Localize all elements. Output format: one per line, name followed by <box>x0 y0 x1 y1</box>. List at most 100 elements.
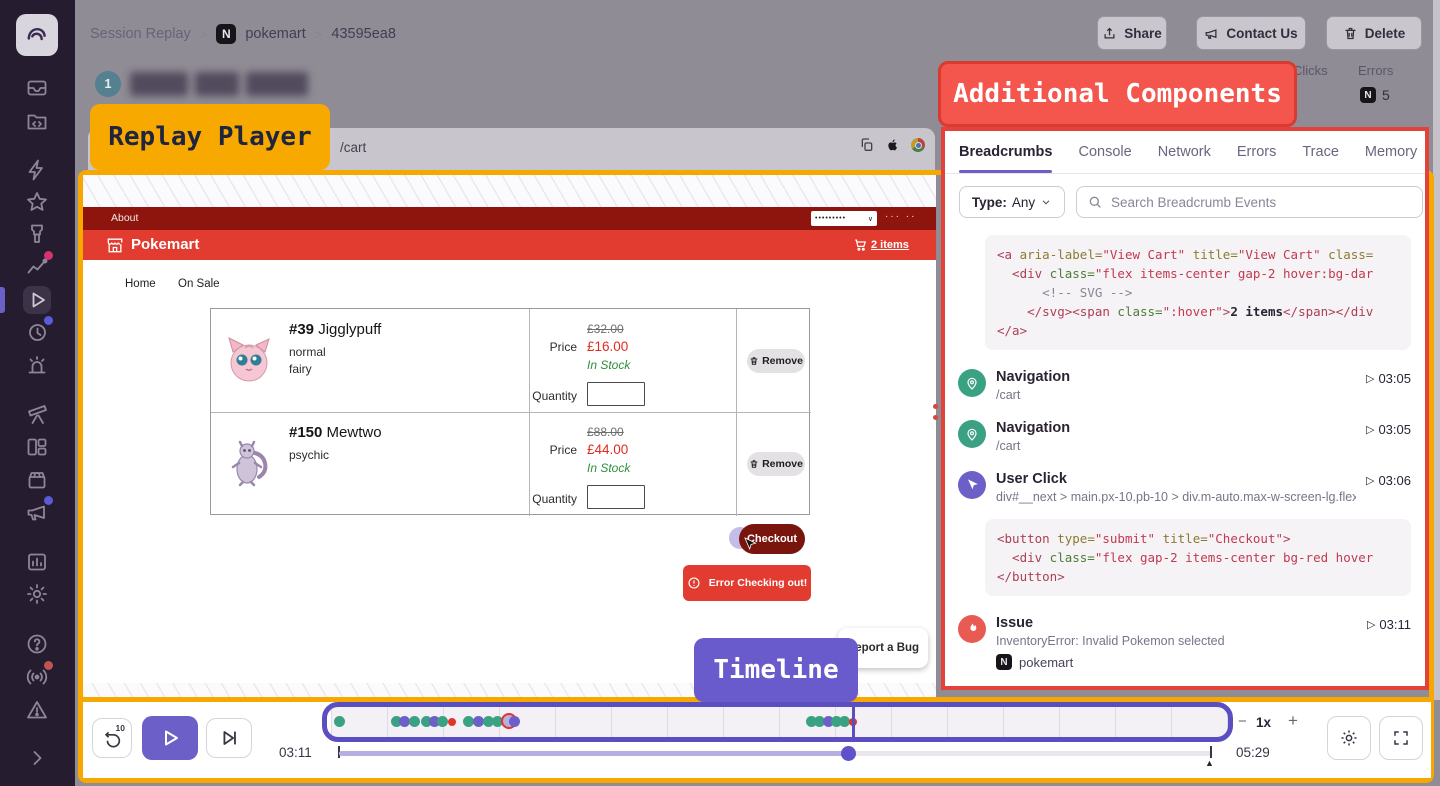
canvas-padding-hatch <box>83 175 936 207</box>
timeline-event-dot-purple[interactable] <box>509 716 520 727</box>
breadcrumb-search[interactable] <box>1076 186 1423 218</box>
breadcrumb-event-navigation[interactable]: Navigation/cart▷03:05 <box>945 411 1425 462</box>
breadcrumb-event-issue[interactable]: IssueInventoryError: Invalid Pokemon sel… <box>945 606 1425 679</box>
tab-memory[interactable]: Memory <box>1365 131 1417 173</box>
timeline-event-dot-green[interactable] <box>437 716 448 727</box>
site-nav-onsale[interactable]: On Sale <box>178 278 220 290</box>
sidebar-item-chevron-right[interactable] <box>23 744 51 772</box>
rewind-10s-button[interactable]: 10 <box>92 718 132 758</box>
errors-stat-label: Errors <box>1358 63 1393 78</box>
play-from-here-icon: ▷ <box>1367 617 1375 631</box>
quantity-label: Quantity <box>525 492 577 506</box>
sidebar-item-lightning[interactable] <box>23 156 51 184</box>
timeline-event-dot-green[interactable] <box>409 716 420 727</box>
fullscreen-icon <box>1392 729 1410 747</box>
nextjs-project-icon: N <box>1360 87 1376 103</box>
timeline-strip[interactable] <box>331 707 1228 737</box>
sidebar-item-history-clock[interactable] <box>23 318 51 346</box>
site-menu-dots: ··· ·· <box>885 211 916 222</box>
panel-resize-grip[interactable] <box>933 404 938 409</box>
skip-to-end-button[interactable] <box>206 718 252 758</box>
event-timestamp[interactable]: ▷03:06 <box>1366 471 1411 504</box>
speed-value: 1x <box>1256 715 1271 730</box>
breadcrumb-event-user-click[interactable]: User Clickdiv#__next > main.px-10.pb-10 … <box>945 462 1425 513</box>
quantity-input[interactable] <box>587 485 645 509</box>
tab-network[interactable]: Network <box>1158 131 1211 173</box>
fullscreen-button[interactable] <box>1379 716 1423 760</box>
play-from-here-icon: ▷ <box>1366 371 1374 385</box>
session-avatar: 1 <box>95 71 121 97</box>
breadcrumb-section[interactable]: Session Replay <box>90 26 191 42</box>
timeline-event-dot-green[interactable] <box>334 716 345 727</box>
sidebar-item-siren[interactable] <box>23 351 51 379</box>
checkout-error-toast: Error Checking out! <box>683 565 811 601</box>
jigglypuff-image <box>225 336 273 384</box>
sidebar-item-help-circle[interactable] <box>23 630 51 658</box>
tab-console[interactable]: Console <box>1078 131 1131 173</box>
sidebar-item-inbox[interactable] <box>23 74 51 102</box>
delete-button[interactable]: Delete <box>1326 16 1422 50</box>
sidebar-item-code-folder[interactable] <box>23 107 51 135</box>
zoom-out-button[interactable]: − <box>1238 713 1247 730</box>
sidebar-item-replay-play[interactable] <box>23 286 51 314</box>
site-menu-about[interactable]: About <box>111 212 138 224</box>
sidebar-item-star[interactable] <box>23 188 51 216</box>
share-label: Share <box>1124 26 1162 41</box>
replay-canvas: About •••••••••∨ ··· ·· Pokemart 2 items… <box>83 175 936 697</box>
site-cart-link[interactable]: 2 items <box>871 239 909 251</box>
apple-icon <box>885 137 901 153</box>
site-brand[interactable]: Pokemart <box>131 236 199 253</box>
sidebar-item-broadcast[interactable] <box>23 663 51 691</box>
type-filter-dropdown[interactable]: Type: Any <box>959 186 1065 218</box>
quantity-input[interactable] <box>587 382 645 406</box>
tab-breadcrumbs[interactable]: Breadcrumbs <box>959 131 1052 173</box>
site-top-menu: About •••••••••∨ ··· ·· <box>83 207 936 230</box>
event-timestamp[interactable]: ▷03:05 <box>1366 369 1411 402</box>
notification-dot <box>44 496 53 505</box>
timeline-cursor[interactable] <box>852 707 855 737</box>
sidebar-item-telescope[interactable] <box>23 400 51 428</box>
panel-tabs: Breadcrumbs Console Network Errors Trace Memo… <box>945 131 1425 174</box>
remove-button[interactable]: Remove <box>747 349 805 373</box>
panel-resize-grip[interactable] <box>933 415 938 420</box>
sentry-logo[interactable] <box>16 14 58 56</box>
map-pin-icon <box>958 420 986 448</box>
sidebar-item-chart-line[interactable] <box>23 253 51 281</box>
event-title: User Click <box>996 471 1356 487</box>
progress-handle[interactable] <box>841 746 856 761</box>
sidebar-item-gear[interactable] <box>23 580 51 608</box>
zoom-in-button[interactable]: + <box>1288 711 1298 731</box>
progress-slider[interactable] <box>339 751 1212 756</box>
sidebar-item-stats-bars[interactable] <box>23 548 51 576</box>
breadcrumb-project[interactable]: pokemart <box>245 26 305 42</box>
tab-errors[interactable]: Errors <box>1237 131 1276 173</box>
copy-icon[interactable] <box>859 137 875 153</box>
contact-us-button[interactable]: Contact Us <box>1196 16 1306 50</box>
sidebar-item-warning-triangle[interactable] <box>23 696 51 724</box>
sidebar-item-megaphone[interactable] <box>23 498 51 526</box>
tab-trace[interactable]: Trace <box>1302 131 1339 173</box>
replay-settings-button[interactable] <box>1327 716 1371 760</box>
nextjs-project-icon: N <box>996 654 1012 670</box>
sidebar-item-archive-box[interactable] <box>23 466 51 494</box>
annotation-additional-components: Additional Components <box>938 61 1297 127</box>
sidebar-item-flashlight[interactable] <box>23 220 51 248</box>
site-masked-select[interactable]: •••••••••∨ <box>811 211 877 226</box>
site-nav-home[interactable]: Home <box>125 278 156 290</box>
event-timestamp[interactable]: ▷03:05 <box>1366 420 1411 453</box>
page-scrollbar[interactable] <box>1433 0 1440 700</box>
breadcrumb-event-navigation[interactable]: Navigation/cart▷03:05 <box>945 360 1425 411</box>
event-timestamp[interactable]: ▷03:11 <box>1367 615 1411 670</box>
notification-dot <box>44 316 53 325</box>
timeline-event-dot-red[interactable] <box>448 718 456 726</box>
product-original-price: £32.00 <box>587 322 624 336</box>
slider-end-marker: ▲ <box>1205 758 1214 768</box>
html-code-snippet: <a aria-label="View Cart" title="View Ca… <box>985 235 1411 350</box>
play-button[interactable] <box>142 716 198 760</box>
sidebar-item-dashboard-grid[interactable] <box>23 433 51 461</box>
cart-icon[interactable] <box>853 237 868 252</box>
share-icon <box>1102 26 1117 41</box>
share-button[interactable]: Share <box>1097 16 1167 50</box>
remove-button[interactable]: Remove <box>747 452 805 476</box>
search-input[interactable] <box>1111 195 1412 210</box>
